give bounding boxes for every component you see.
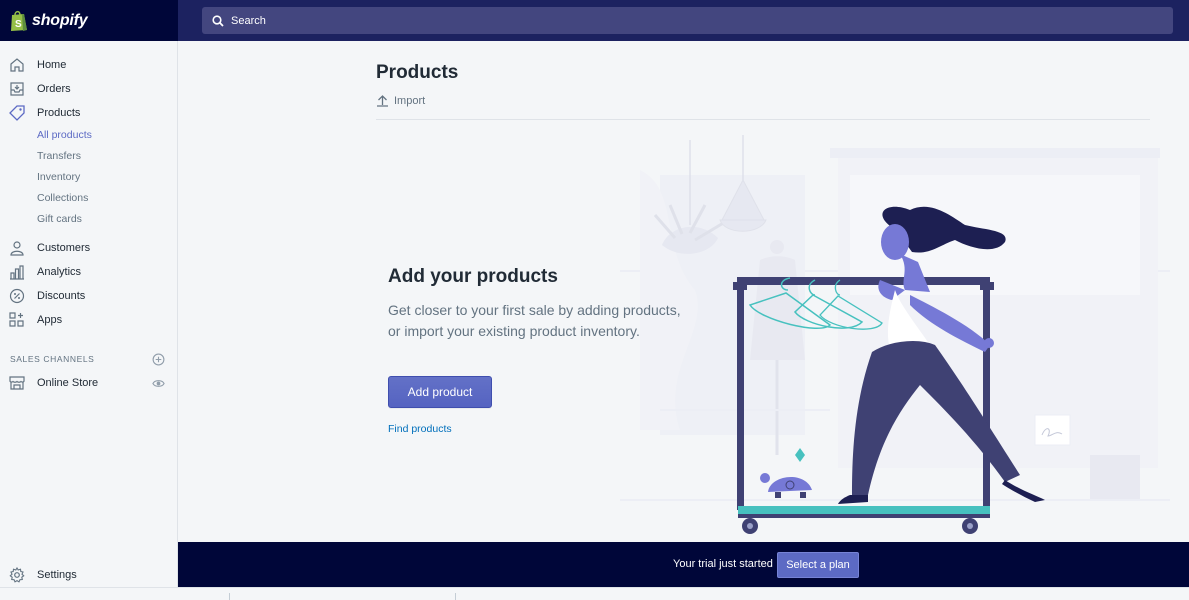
sales-channels-title: SALES CHANNELS <box>10 354 95 364</box>
sidebar-subitem-transfers[interactable]: Transfers <box>37 150 81 162</box>
trial-status-text: Your trial just started <box>673 558 773 570</box>
search-input[interactable] <box>231 14 1131 27</box>
sidebar: Home Orders Products All products Transf… <box>0 41 178 599</box>
orders-icon <box>10 82 24 96</box>
sidebar-subitem-collections[interactable]: Collections <box>37 192 88 204</box>
trial-bar: Your trial just started Select a plan <box>178 542 1189 587</box>
top-bar: S shopify <box>0 0 1189 41</box>
discount-icon <box>9 288 25 304</box>
sidebar-item-label: Products <box>37 107 81 119</box>
sidebar-subitem-gift-cards[interactable]: Gift cards <box>37 213 82 225</box>
sidebar-item-products[interactable]: Products <box>0 102 177 124</box>
bottom-strip <box>0 587 1189 600</box>
find-products-link[interactable]: Find products <box>388 423 452 435</box>
apps-icon <box>9 312 24 327</box>
import-button[interactable]: Import <box>376 94 425 107</box>
empty-state-title: Add your products <box>388 266 558 287</box>
sidebar-item-label: Orders <box>37 83 71 95</box>
shopify-logo[interactable]: S shopify <box>0 0 178 41</box>
add-product-button[interactable]: Add product <box>388 376 492 408</box>
import-label: Import <box>394 94 426 107</box>
sidebar-item-label: Apps <box>37 314 63 326</box>
upload-icon <box>377 95 388 107</box>
empty-state-description: Get closer to your first sale by adding … <box>388 302 681 339</box>
tag-icon <box>9 105 25 121</box>
sidebar-item-home[interactable]: Home <box>0 54 177 76</box>
page-title: Products <box>376 62 459 83</box>
gear-icon <box>9 567 25 583</box>
sidebar-subitem-all-products[interactable]: All products <box>37 129 92 141</box>
sidebar-item-apps[interactable]: Apps <box>0 309 177 331</box>
eye-icon <box>151 379 165 387</box>
home-icon <box>10 58 24 72</box>
shopify-bag-icon: S <box>11 10 27 31</box>
sidebar-item-label: Online Store <box>37 377 99 389</box>
search-bar[interactable] <box>202 7 1173 34</box>
sidebar-item-orders[interactable]: Orders <box>0 78 177 100</box>
sidebar-item-label: Discounts <box>37 290 86 302</box>
search-icon <box>212 14 224 27</box>
store-icon <box>9 376 25 390</box>
add-sales-channel-button[interactable] <box>151 352 165 366</box>
sidebar-item-discounts[interactable]: Discounts <box>0 285 177 307</box>
sidebar-item-analytics[interactable]: Analytics <box>0 261 177 283</box>
sidebar-item-label: Analytics <box>37 266 82 278</box>
view-online-store-button[interactable] <box>151 376 165 390</box>
plus-circle-icon <box>152 353 164 365</box>
header-divider <box>376 119 1150 120</box>
sidebar-subitem-inventory[interactable]: Inventory <box>37 171 80 183</box>
sidebar-item-label: Home <box>37 59 67 71</box>
brand-name: shopify <box>32 11 88 29</box>
bar-chart-icon <box>10 265 24 280</box>
sidebar-item-label: Settings <box>37 569 77 581</box>
person-icon <box>10 241 24 256</box>
sidebar-item-label: Customers <box>37 242 91 254</box>
select-plan-button[interactable]: Select a plan <box>777 552 859 578</box>
svg-text:S: S <box>15 19 22 30</box>
sidebar-item-customers[interactable]: Customers <box>0 237 177 259</box>
sidebar-item-settings[interactable]: Settings <box>0 564 177 586</box>
